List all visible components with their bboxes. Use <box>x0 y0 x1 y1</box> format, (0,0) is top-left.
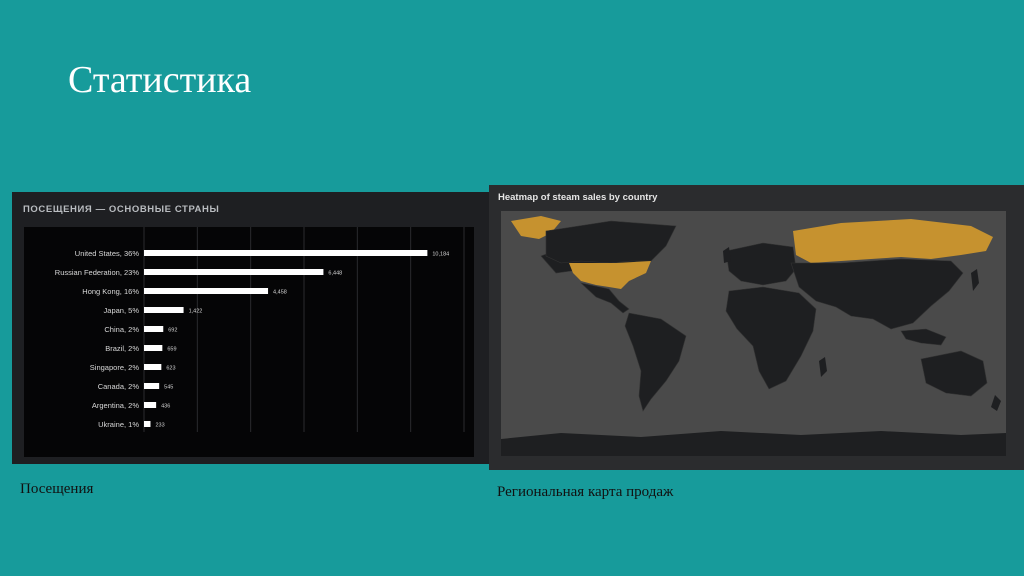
bar-category-label: Singapore, 2% <box>90 363 140 372</box>
sales-map-title: Heatmap of steam sales by country <box>498 192 658 203</box>
bar-category-label: Russian Federation, 23% <box>55 268 140 277</box>
bar <box>144 345 163 351</box>
bar-value-label: 659 <box>167 347 176 353</box>
bar <box>144 269 324 275</box>
bar <box>144 326 164 332</box>
bar-category-label: Hong Kong, 16% <box>82 287 139 296</box>
bar-category-label: United States, 36% <box>75 249 140 258</box>
bar-value-label: 623 <box>166 366 175 372</box>
bar-value-label: 692 <box>168 328 177 334</box>
bar-value-label: 4,458 <box>273 290 287 296</box>
bar-value-label: 545 <box>164 385 173 391</box>
sales-map-canvas <box>501 211 1006 456</box>
visits-bar-chart: United States, 36% 10,184 Russian Federati… <box>55 227 465 432</box>
sales-map-panel: Heatmap of steam sales by country <box>489 185 1024 470</box>
bar-category-label: Canada, 2% <box>98 382 140 391</box>
bar-value-label: 233 <box>155 423 164 429</box>
caption-sales-map: Региональная карта продаж <box>497 484 674 500</box>
caption-visits: Посещения <box>20 481 94 497</box>
bar <box>144 383 160 389</box>
map-land-antarctica <box>501 431 1006 456</box>
bar-value-label: 6,448 <box>328 271 342 277</box>
world-map <box>501 211 1006 456</box>
bar-category-label: Argentina, 2% <box>92 401 139 410</box>
visits-chart-area: United States, 36% 10,184 Russian Federati… <box>24 227 474 457</box>
bar-value-label: 436 <box>161 404 170 410</box>
bar <box>144 288 269 294</box>
bar-category-label: Japan, 5% <box>104 306 140 315</box>
bar <box>144 364 162 370</box>
bar-value-label: 1,422 <box>189 309 203 315</box>
bar <box>144 421 151 427</box>
bar-category-label: China, 2% <box>104 325 139 334</box>
bar-value-label: 10,184 <box>432 252 449 258</box>
visits-chart-heading: ПОСЕЩЕНИЯ — ОСНОВНЫЕ СТРАНЫ <box>23 204 220 215</box>
bar <box>144 402 157 408</box>
visits-chart-panel: ПОСЕЩЕНИЯ — ОСНОВНЫЕ СТРАНЫ United State… <box>12 192 489 464</box>
bar-category-label: Ukraine, 1% <box>98 420 139 429</box>
slide-title: Статистика <box>68 59 252 101</box>
bar <box>144 250 428 256</box>
bar-category-label: Brazil, 2% <box>105 344 139 353</box>
bar <box>144 307 184 313</box>
